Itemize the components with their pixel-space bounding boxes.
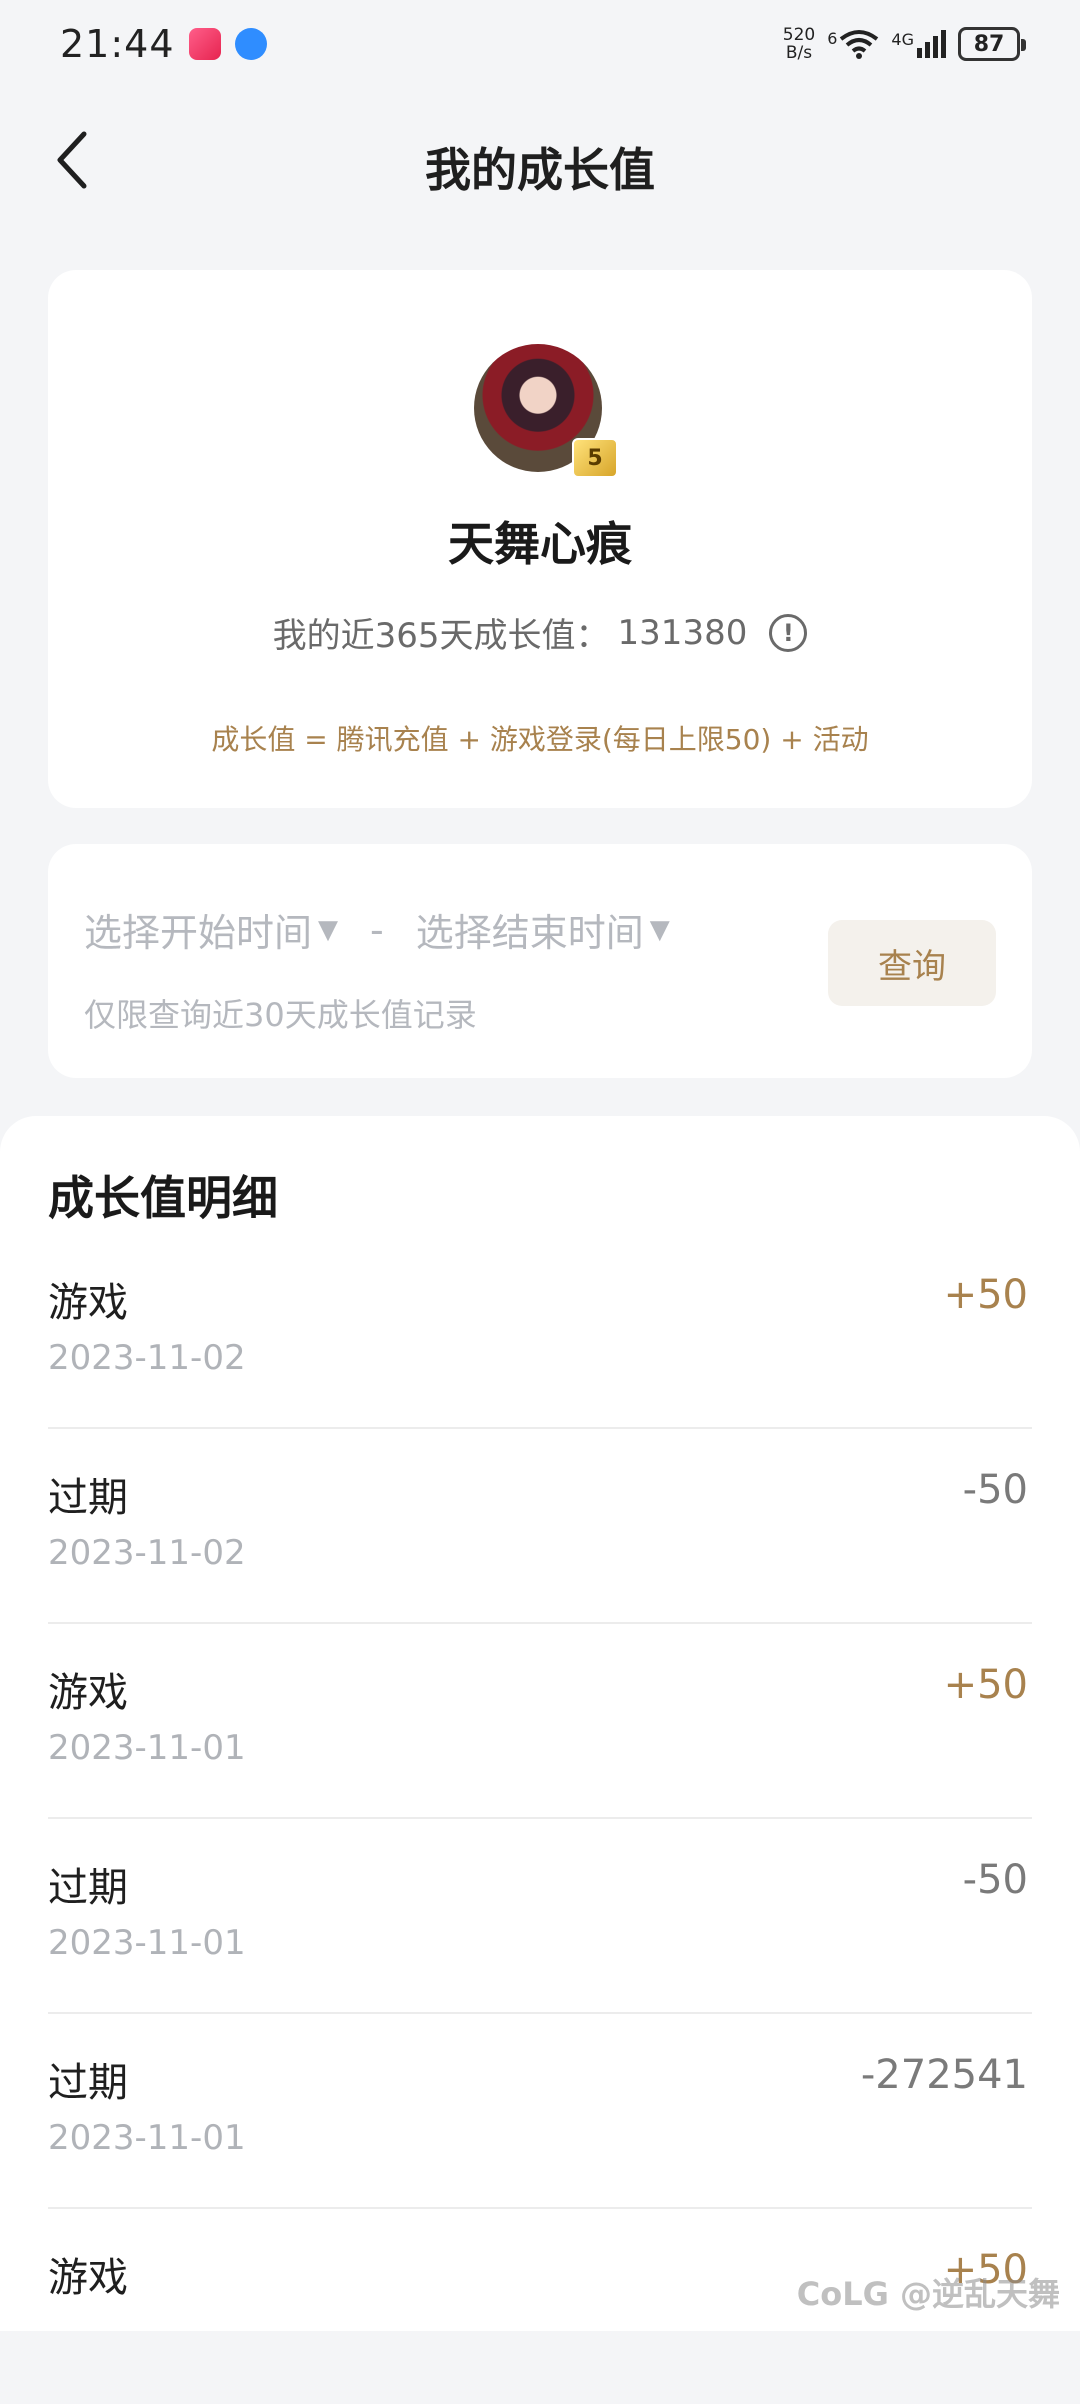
watermark: CoLG @逆乱天舞 [796, 2275, 1060, 2313]
start-date-placeholder: 选择开始时间 [84, 911, 313, 955]
record-date: 2023-11-01 [48, 1728, 246, 1768]
record-value: -50 [962, 1857, 1028, 1903]
page-title: 我的成长值 [425, 143, 655, 197]
record-type: 过期 [48, 1865, 128, 1911]
nav-bar: 我的成长值 [0, 110, 1080, 210]
record-value: +50 [943, 1662, 1028, 1708]
record-type: 游戏 [48, 1670, 128, 1716]
record-date: 2023-11-02 [48, 1533, 246, 1573]
detail-sheet: 成长值明细 游戏 2023-11-02 +50 过期 2023-11-02 -5… [0, 1116, 1080, 2331]
record-type: 过期 [48, 2060, 128, 2106]
record-value: +50 [943, 1272, 1028, 1318]
cell-label: 4G [891, 30, 914, 49]
nickname: 天舞心痕 [448, 517, 632, 571]
list-item: 过期 2023-11-02 -50 [48, 1429, 1032, 1624]
record-date: 2023-11-01 [48, 1923, 246, 1963]
list-item: 过期 2023-11-01 -272541 [48, 2014, 1032, 2209]
message-notification-icon [234, 28, 267, 60]
query-card: 选择开始时间 ▼ - 选择结束时间 ▼ 仅限查询近30天成长值记录 查询 [48, 844, 1032, 1078]
record-type: 过期 [48, 1475, 128, 1521]
query-hint: 仅限查询近30天成长值记录 [84, 996, 477, 1034]
net-speed-unit: B/s [785, 43, 813, 63]
record-date: 2023-11-01 [48, 2118, 246, 2158]
caret-down-icon: ▼ [318, 914, 339, 945]
record-type: 游戏 [48, 1280, 128, 1326]
list-item: 过期 2023-11-01 -50 [48, 1819, 1032, 2014]
status-right: 520 B/s 6 4G 87 [783, 26, 1026, 62]
end-date-picker[interactable]: 选择结束时间 ▼ [416, 902, 670, 957]
cell-signal-icon: 4G [891, 30, 946, 58]
net-speed: 520 B/s [783, 26, 815, 62]
date-separator: - [370, 907, 384, 952]
record-value: -50 [962, 1467, 1028, 1513]
growth-value: 131380 [617, 612, 748, 653]
record-type: 游戏 [48, 2255, 128, 2301]
status-time: 21:44 [60, 22, 175, 66]
record-date: 2023-11-02 [48, 1338, 246, 1378]
list-item: 游戏 2023-11-02 +50 [48, 1234, 1032, 1429]
wifi-label: 6 [827, 29, 838, 48]
start-date-picker[interactable]: 选择开始时间 ▼ [84, 902, 338, 957]
net-speed-value: 520 [782, 25, 816, 45]
record-value: -272541 [860, 2052, 1028, 2098]
profile-card: 5 天舞心痕 我的近365天成长值： 131380 ! 成长值 = 腾讯充值 +… [48, 270, 1032, 808]
caret-down-icon: ▼ [649, 914, 670, 945]
growth-summary: 我的近365天成长值： 131380 ! [48, 608, 1032, 657]
app-notification-icon [188, 28, 221, 60]
growth-label: 我的近365天成长值： [272, 616, 610, 656]
battery-icon: 87 [958, 27, 1026, 61]
growth-formula: 成长值 = 腾讯充值 + 游戏登录(每日上限50) + 活动 [211, 723, 869, 756]
wifi-icon: 6 [827, 29, 879, 59]
list-item: 游戏 2023-11-01 +50 [48, 1624, 1032, 1819]
status-left: 21:44 [60, 22, 267, 66]
vip-badge: 5 [572, 438, 618, 478]
date-range-row: 选择开始时间 ▼ - 选择结束时间 ▼ [84, 902, 670, 957]
detail-title: 成长值明细 [48, 1171, 278, 1225]
record-list: 游戏 2023-11-02 +50 过期 2023-11-02 -50 游戏 2… [48, 1234, 1032, 2404]
info-icon[interactable]: ! [769, 613, 808, 652]
query-button[interactable]: 查询 [828, 920, 996, 1006]
status-bar: 21:44 520 B/s 6 4G 87 [0, 0, 1080, 88]
end-date-placeholder: 选择结束时间 [415, 911, 644, 955]
avatar-wrap: 5 [474, 344, 618, 478]
battery-level: 87 [973, 31, 1005, 57]
